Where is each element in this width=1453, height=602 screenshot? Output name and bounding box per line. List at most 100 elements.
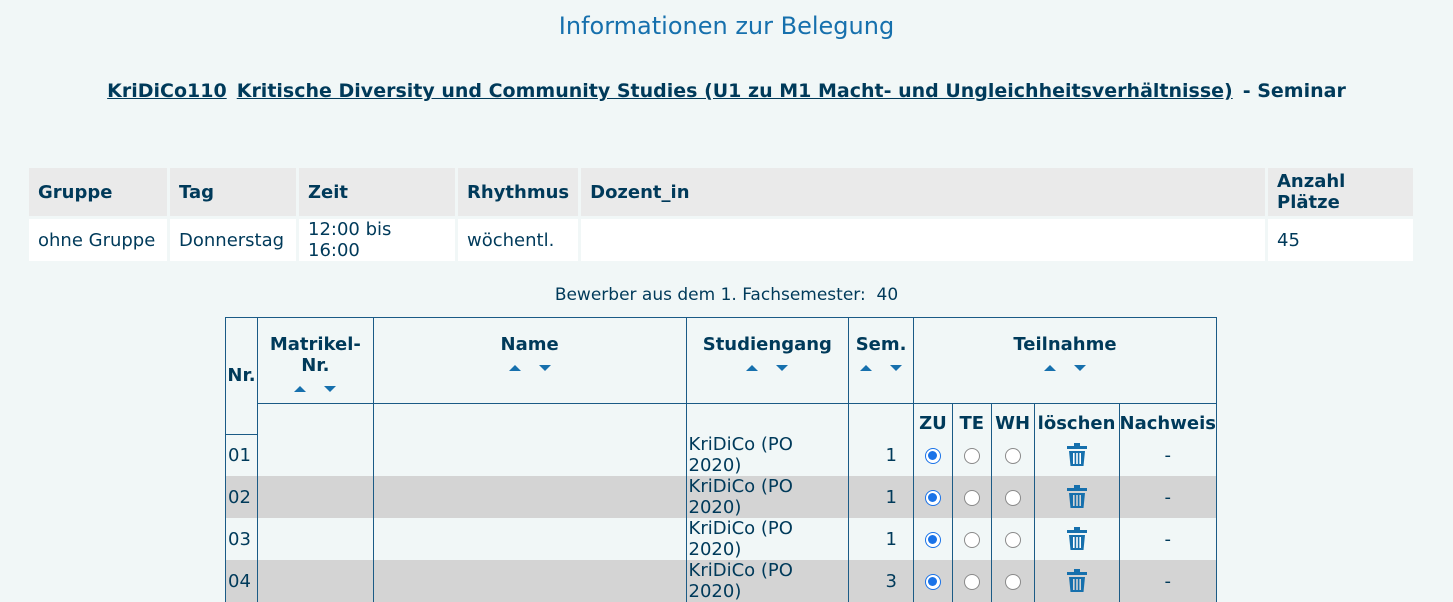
- radio-te[interactable]: [951, 476, 992, 518]
- sort-up-icon[interactable]: [292, 384, 308, 394]
- col-studiengang-label: Studiengang: [702, 334, 832, 355]
- trash-icon[interactable]: [1033, 434, 1120, 476]
- blank-cell: [256, 403, 374, 434]
- sort-up-icon[interactable]: [1042, 363, 1058, 373]
- page-title: Informationen zur Belegung: [558, 12, 895, 40]
- row-name: [372, 518, 687, 560]
- radio-te[interactable]: [951, 518, 992, 560]
- row-name: [372, 476, 687, 518]
- radio-te[interactable]: [951, 434, 992, 476]
- cell-gruppe: ohne Gruppe: [29, 219, 167, 261]
- trash-icon[interactable]: [1033, 560, 1120, 602]
- blank-cell: [848, 403, 914, 434]
- row-sem: 1: [848, 476, 914, 518]
- row-nachweis: -: [1118, 518, 1218, 560]
- radio-zu[interactable]: [913, 518, 953, 560]
- cell-tag: Donnerstag: [170, 219, 296, 261]
- row-matrikel: [256, 518, 374, 560]
- row-nachweis: -: [1118, 434, 1218, 476]
- trash-icon[interactable]: [1033, 476, 1120, 518]
- table-row: 03 KriDiCo (PO 2020) 1 -: [225, 518, 1218, 560]
- row-sem: 3: [848, 560, 914, 602]
- sort-down-icon[interactable]: [888, 363, 904, 373]
- sort-up-icon[interactable]: [507, 363, 523, 373]
- applicants-table: Nr. Matrikel-Nr. Name Studiengang Sem. T…: [225, 317, 1218, 602]
- col-tag: Tag: [170, 168, 296, 219]
- col-studiengang: Studiengang: [685, 317, 850, 404]
- col-teilnahme-label: Teilnahme: [1013, 334, 1117, 355]
- sort-up-icon[interactable]: [858, 363, 874, 373]
- row-nr: 04: [225, 560, 258, 602]
- trash-icon[interactable]: [1033, 518, 1120, 560]
- sort-up-icon[interactable]: [744, 363, 760, 373]
- col-dozent: Dozent_in: [581, 168, 1265, 219]
- sort-down-icon[interactable]: [537, 363, 553, 373]
- course-title-link[interactable]: Kritische Diversity und Community Studie…: [237, 80, 1233, 102]
- col-name-label: Name: [500, 334, 559, 355]
- table-row: 04 KriDiCo (PO 2020) 3 -: [225, 560, 1218, 602]
- row-nr: 02: [225, 476, 258, 518]
- col-sem: Sem.: [848, 317, 914, 404]
- table-row: 02 KriDiCo (PO 2020) 1 -: [225, 476, 1218, 518]
- row-sem: 1: [848, 434, 914, 476]
- radio-te[interactable]: [951, 560, 992, 602]
- applicants-subheader-row: ZU TE WH löschen Nachweis: [226, 403, 1218, 434]
- col-nr: Nr.: [225, 317, 258, 435]
- sub-loeschen: löschen: [1033, 403, 1120, 434]
- radio-wh[interactable]: [990, 560, 1035, 602]
- sub-te: TE: [951, 403, 992, 434]
- group-info-row: ohne Gruppe Donnerstag 12:00 bis 16:00 w…: [29, 219, 1413, 261]
- col-teilnahme: Teilnahme: [913, 317, 1217, 404]
- cell-anzahl-plaetze: 45: [1268, 219, 1413, 261]
- row-studiengang: KriDiCo (PO 2020): [685, 560, 850, 602]
- col-name: Name: [372, 317, 687, 404]
- table-row: 01 KriDiCo (PO 2020) 1 -: [225, 434, 1218, 476]
- blank-cell: [372, 403, 687, 434]
- cell-dozent: [581, 219, 1265, 261]
- radio-zu[interactable]: [913, 560, 953, 602]
- row-studiengang: KriDiCo (PO 2020): [685, 434, 850, 476]
- sub-zu: ZU: [913, 403, 953, 434]
- radio-wh[interactable]: [990, 518, 1035, 560]
- row-name: [372, 434, 687, 476]
- blank-cell: [685, 403, 850, 434]
- col-zeit: Zeit: [299, 168, 455, 219]
- course-line: KriDiCo110 Kritische Diversity und Commun…: [0, 80, 1453, 102]
- radio-zu[interactable]: [913, 434, 953, 476]
- row-nr: 01: [225, 434, 258, 476]
- bewerber-label: Bewerber aus dem 1. Fachsemester:: [554, 285, 866, 305]
- row-matrikel: [256, 476, 374, 518]
- row-name: [372, 560, 687, 602]
- row-studiengang: KriDiCo (PO 2020): [685, 518, 850, 560]
- sub-wh: WH: [990, 403, 1035, 434]
- col-rhythmus: Rhythmus: [458, 168, 579, 219]
- cell-rhythmus: wöchentl.: [458, 219, 579, 261]
- applicants-header-row: Nr. Matrikel-Nr. Name Studiengang Sem. T…: [225, 317, 1217, 435]
- col-matrikel-label: Matrikel-Nr.: [269, 334, 361, 376]
- bewerber-count: 40: [876, 285, 899, 305]
- radio-zu[interactable]: [913, 476, 953, 518]
- row-nachweis: -: [1118, 560, 1218, 602]
- col-nr-label: Nr.: [227, 364, 256, 386]
- col-sem-label: Sem.: [855, 334, 907, 355]
- sub-nachweis: Nachweis: [1118, 403, 1218, 434]
- sort-down-icon[interactable]: [774, 363, 790, 373]
- row-matrikel: [256, 560, 374, 602]
- sort-down-icon[interactable]: [322, 384, 338, 394]
- col-anzahl-plaetze: Anzahl Plätze: [1268, 168, 1413, 219]
- radio-wh[interactable]: [990, 476, 1035, 518]
- group-info-header-row: Gruppe Tag Zeit Rhythmus Dozent_in Anzah…: [29, 168, 1413, 219]
- radio-wh[interactable]: [990, 434, 1035, 476]
- group-info-table: Gruppe Tag Zeit Rhythmus Dozent_in Anzah…: [26, 168, 1416, 261]
- col-gruppe: Gruppe: [29, 168, 167, 219]
- bewerber-summary: Bewerber aus dem 1. Fachsemester: 40: [0, 285, 1453, 305]
- course-type: - Seminar: [1242, 80, 1346, 102]
- cell-zeit: 12:00 bis 16:00: [299, 219, 455, 261]
- col-matrikel: Matrikel-Nr.: [256, 317, 374, 404]
- row-sem: 1: [848, 518, 914, 560]
- row-nr: 03: [225, 518, 258, 560]
- row-studiengang: KriDiCo (PO 2020): [685, 476, 850, 518]
- course-code-link[interactable]: KriDiCo110: [107, 80, 227, 102]
- row-nachweis: -: [1118, 476, 1218, 518]
- sort-down-icon[interactable]: [1072, 363, 1088, 373]
